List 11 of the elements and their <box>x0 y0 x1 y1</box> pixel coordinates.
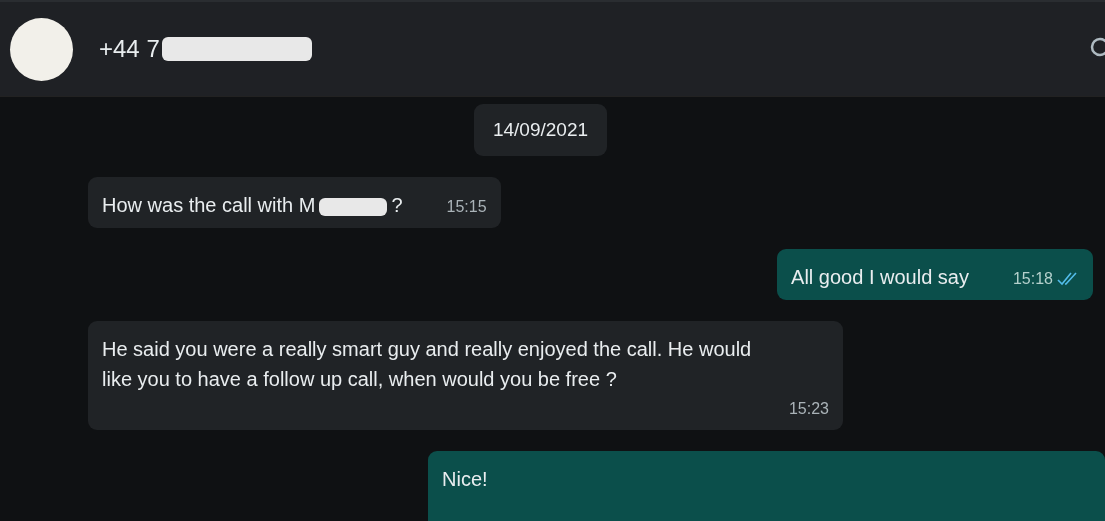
message-time: 15:23 <box>788 399 829 419</box>
redaction-mark <box>319 197 388 216</box>
contact-phone-number: +44 7 <box>99 35 160 63</box>
message-text: He said you were a really smart guy and really enjoyed the call. He would like you to have a follow up call, when would you be free ? <box>102 338 752 390</box>
message-time: 15:15 <box>446 197 487 217</box>
date-chip: 14/09/2021 <box>473 104 608 156</box>
message-text: How was the call with M <box>102 194 316 216</box>
message-text: Nice! <box>442 468 488 490</box>
message-text: ? <box>391 194 403 216</box>
message-text: All good I would say <box>791 266 969 288</box>
message-time: 15:18 <box>1012 269 1053 289</box>
